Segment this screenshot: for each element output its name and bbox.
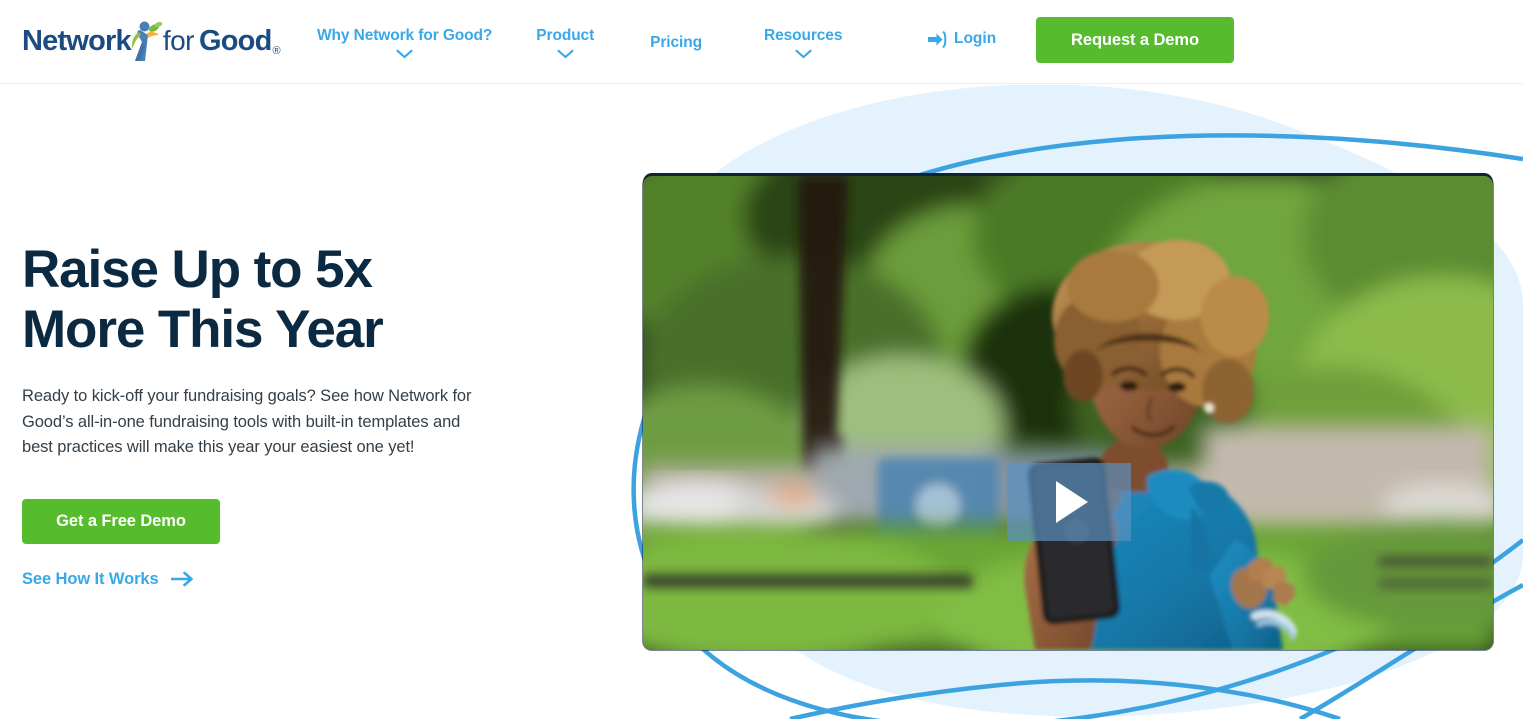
logo-registered-mark: ® (272, 45, 281, 57)
logo-word-network: Network (22, 24, 132, 57)
nav-item-label: Product (536, 27, 595, 44)
nav-item-why-network-for-good[interactable]: Why Network for Good? (295, 1, 514, 85)
site-logo[interactable]: Network for Good ® (22, 20, 281, 62)
sign-in-icon (928, 30, 947, 48)
chevron-down-icon (557, 49, 574, 59)
play-icon[interactable] (1007, 463, 1131, 541)
nav-item-label: Pricing (650, 34, 702, 51)
video-poster-image (643, 176, 1493, 650)
chevron-down-icon (396, 49, 413, 59)
logo-word-for: for (162, 25, 195, 56)
hero-section: Raise Up to 5x More This Year Ready to k… (0, 85, 1523, 719)
nav-item-pricing[interactable]: Pricing (616, 1, 736, 85)
arc-bottom-shape (789, 678, 1341, 719)
hero-video-player[interactable] (643, 176, 1493, 650)
nav-item-label: Resources (763, 27, 843, 44)
page-root: Network for Good ® Why Network for Good? (0, 0, 1523, 719)
chevron-down-icon (795, 49, 812, 59)
see-how-it-works-link[interactable]: See How It Works (22, 570, 194, 589)
play-triangle (1056, 481, 1088, 523)
login-label: Login (954, 30, 997, 47)
main-navigation: Why Network for Good? Product Pricing Re… (295, 0, 870, 84)
nav-item-label: Why Network for Good? (317, 27, 493, 44)
hero-copy-block: Raise Up to 5x More This Year Ready to k… (22, 240, 522, 589)
person-with-leaves-icon (129, 20, 163, 62)
login-link[interactable]: Login (928, 30, 996, 48)
arrow-right-icon (169, 571, 194, 587)
hero-subtitle: Ready to kick-off your fundraising goals… (22, 387, 472, 456)
logo-word-good: Good (199, 24, 272, 57)
get-a-free-demo-button[interactable]: Get a Free Demo (22, 498, 220, 544)
see-how-it-works-label: See How It Works (22, 569, 159, 588)
page-title: Raise Up to 5x More This Year (22, 240, 384, 359)
nav-item-resources[interactable]: Resources (736, 1, 870, 85)
nav-item-product[interactable]: Product (514, 1, 616, 85)
request-a-demo-button[interactable]: Request a Demo (1036, 17, 1234, 63)
site-header: Network for Good ® Why Network for Good? (0, 0, 1523, 84)
